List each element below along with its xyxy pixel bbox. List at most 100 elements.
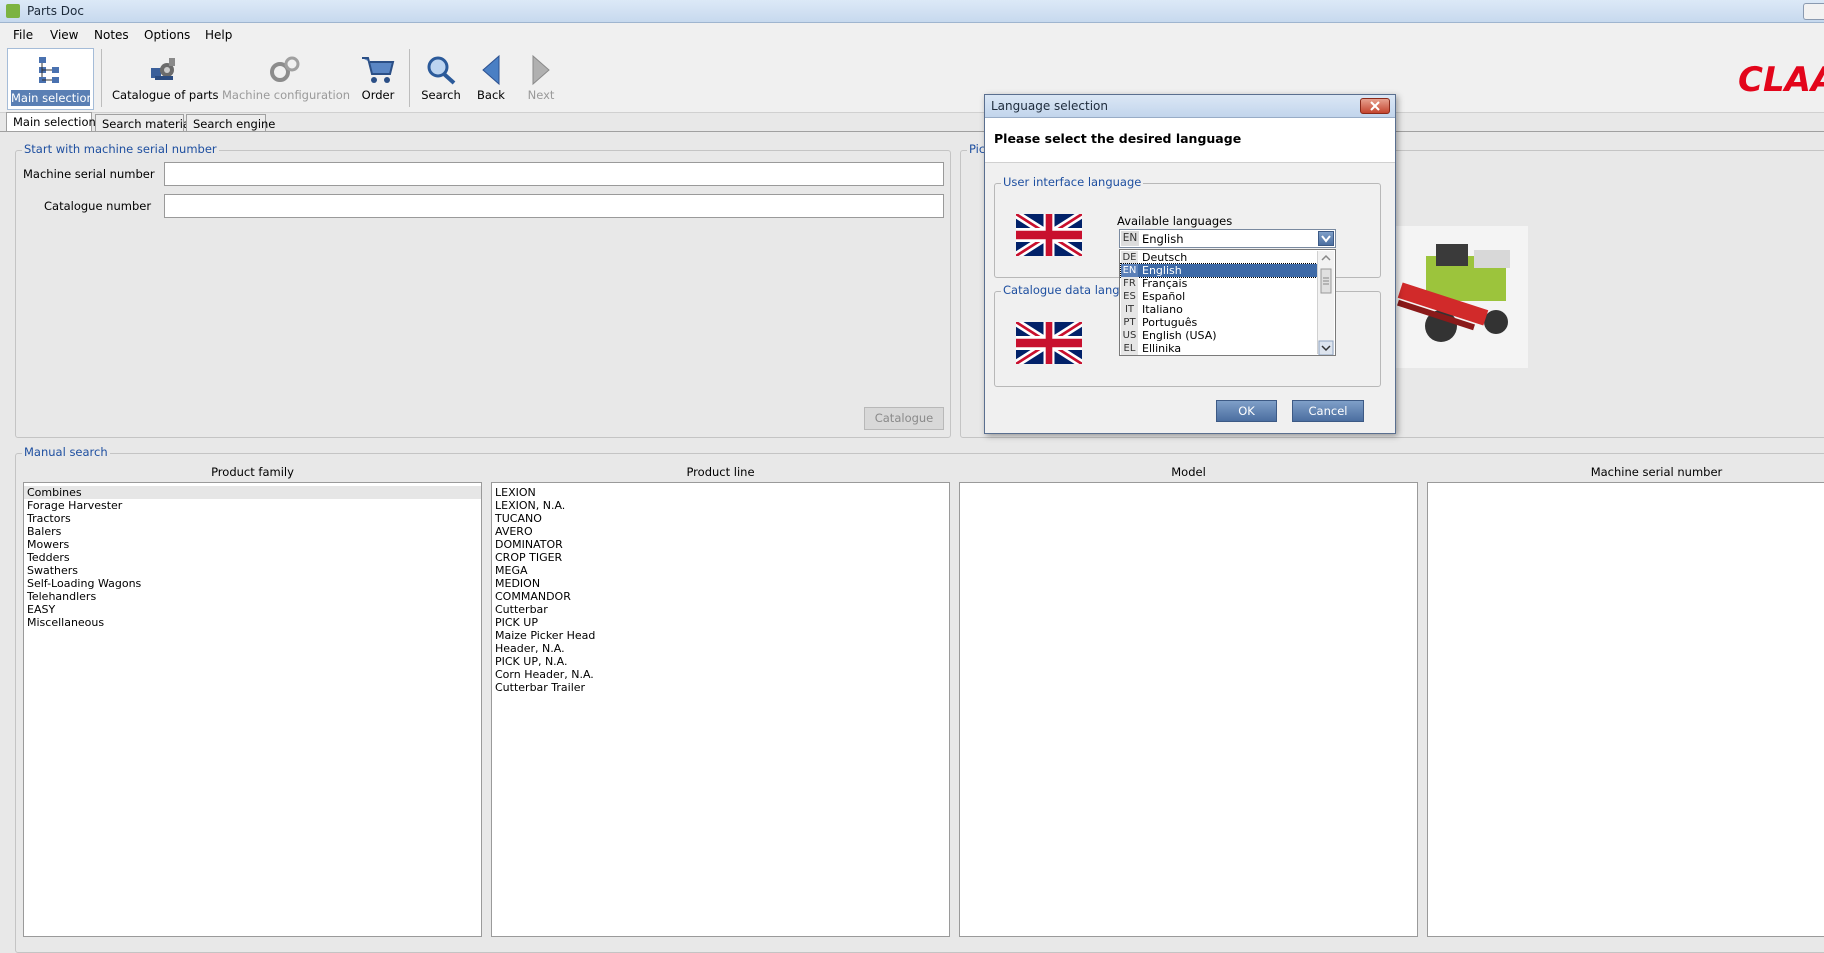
product-family-header: Product family (211, 465, 294, 479)
language-combobox[interactable]: EN English (1119, 229, 1336, 248)
list-item[interactable]: LEXION (492, 486, 949, 499)
product-family-list[interactable]: Combines Forage Harvester Tractors Baler… (23, 482, 482, 937)
tab-search-engine[interactable]: Search engine (186, 114, 275, 131)
manual-search-legend: Manual search (22, 445, 110, 459)
list-item[interactable]: Forage Harvester (24, 499, 481, 512)
toolbar-separator (409, 49, 410, 107)
title-bar: Parts Doc (0, 0, 1824, 23)
serial-number-group: Start with machine serial number Machine… (15, 142, 951, 438)
list-item[interactable]: Mowers (24, 538, 481, 551)
language-option-us[interactable]: US English (USA) (1121, 329, 1317, 342)
window-title: Parts Doc (27, 4, 84, 18)
list-item[interactable]: MEGA (492, 564, 949, 577)
tab-strip-border (0, 131, 1824, 132)
app-icon (6, 4, 20, 18)
uk-flag-icon (1016, 322, 1082, 364)
catalogue-number-label: Catalogue number (44, 199, 152, 213)
menu-notes[interactable]: Notes (94, 28, 129, 42)
menu-view[interactable]: View (50, 28, 78, 42)
close-icon (1370, 101, 1380, 111)
tab-search-material[interactable]: Search material (95, 114, 193, 131)
language-selection-dialog: Language selection Please select the des… (984, 94, 1396, 434)
language-option-pt[interactable]: PT Português (1121, 316, 1317, 329)
dropdown-scrollbar[interactable] (1317, 251, 1334, 355)
brand-logo-text: CLAAS (1738, 61, 1824, 97)
cancel-button[interactable]: Cancel (1292, 400, 1364, 422)
selected-language-code: EN (1121, 231, 1139, 246)
next-button[interactable]: Next (520, 48, 562, 108)
list-item[interactable]: Maize Picker Head (492, 629, 949, 642)
catalogue-button[interactable]: Catalogue (864, 407, 944, 430)
menu-options[interactable]: Options (144, 28, 190, 42)
language-option-fr[interactable]: FR Français (1121, 277, 1317, 290)
toolbar-separator (101, 49, 102, 107)
tab-main-selection[interactable]: Main selection (6, 112, 96, 131)
main-selection-button[interactable]: Main selection (7, 48, 94, 110)
list-item[interactable]: Cutterbar (492, 603, 949, 616)
model-header: Model (1171, 465, 1206, 479)
menu-help[interactable]: Help (205, 28, 232, 42)
ok-button[interactable]: OK (1216, 400, 1277, 422)
model-list[interactable] (959, 482, 1418, 937)
search-label: Search (421, 88, 461, 102)
language-dropdown-list[interactable]: DE Deutsch EN English FR Français ES Español… (1119, 249, 1336, 356)
list-item[interactable]: Tedders (24, 551, 481, 564)
magnifier-icon (427, 56, 456, 85)
list-item[interactable]: COMMANDOR (492, 590, 949, 603)
order-button[interactable]: Order (355, 48, 401, 108)
list-item[interactable]: PICK UP, N.A. (492, 655, 949, 668)
combobox-dropdown-button[interactable] (1318, 231, 1334, 246)
product-line-header: Product line (686, 465, 755, 479)
machine-serial-list[interactable] (1427, 482, 1824, 937)
dialog-header: Please select the desired language (985, 118, 1395, 163)
list-item[interactable]: MEDION (492, 577, 949, 590)
toolbar: Main selection Catalogue of parts Machin… (0, 45, 1824, 113)
list-item[interactable]: PICK UP (492, 616, 949, 629)
list-item[interactable]: Cutterbar Trailer (492, 681, 949, 694)
ui-language-legend: User interface language (1001, 175, 1144, 189)
list-item[interactable]: Telehandlers (24, 590, 481, 603)
language-option-de[interactable]: DE Deutsch (1121, 251, 1317, 264)
machine-serial-label: Machine serial number (23, 167, 155, 181)
list-item[interactable]: Combines (24, 486, 481, 499)
back-label: Back (477, 88, 505, 102)
language-option-it[interactable]: IT Italiano (1121, 303, 1317, 316)
language-option-el[interactable]: EL Ellinika (1121, 342, 1317, 355)
combine-harvester-image (1396, 226, 1528, 368)
list-item[interactable]: CROP TIGER (492, 551, 949, 564)
list-item[interactable]: Corn Header, N.A. (492, 668, 949, 681)
list-item[interactable]: DOMINATOR (492, 538, 949, 551)
list-item[interactable]: TUCANO (492, 512, 949, 525)
chevron-down-icon (1321, 235, 1331, 243)
order-label: Order (361, 88, 395, 102)
available-languages-label: Available languages (1117, 214, 1233, 228)
list-item[interactable]: Self-Loading Wagons (24, 577, 481, 590)
window-control-button[interactable] (1803, 3, 1824, 20)
list-item[interactable]: Tractors (24, 512, 481, 525)
catalogue-of-parts-button[interactable]: Catalogue of parts (112, 48, 219, 108)
serial-group-legend: Start with machine serial number (22, 142, 219, 156)
list-item[interactable]: LEXION, N.A. (492, 499, 949, 512)
machine-configuration-button[interactable]: Machine configuration (222, 48, 350, 108)
list-item[interactable]: Balers (24, 525, 481, 538)
back-button[interactable]: Back (470, 48, 512, 108)
main-selection-icon (38, 57, 59, 83)
machine-serial-input[interactable] (164, 162, 944, 186)
list-item[interactable]: Swathers (24, 564, 481, 577)
scrollbar-track (1318, 254, 1334, 355)
catalogue-number-input[interactable] (164, 194, 944, 218)
search-button[interactable]: Search (418, 48, 464, 108)
menu-file[interactable]: File (13, 28, 33, 42)
dialog-close-button[interactable] (1360, 98, 1390, 114)
language-option-en[interactable]: EN English (1120, 263, 1318, 278)
catalogue-of-parts-label: Catalogue of parts (112, 88, 219, 102)
uk-flag-icon (1016, 214, 1082, 256)
main-selection-label: Main selection (11, 90, 94, 106)
dialog-heading: Please select the desired language (994, 131, 1242, 146)
list-item[interactable]: EASY (24, 603, 481, 616)
list-item[interactable]: Header, N.A. (492, 642, 949, 655)
list-item[interactable]: Miscellaneous (24, 616, 481, 629)
language-option-es[interactable]: ES Español (1121, 290, 1317, 303)
product-line-list[interactable]: LEXION LEXION, N.A. TUCANO AVERO DOMINAT… (491, 482, 950, 937)
list-item[interactable]: AVERO (492, 525, 949, 538)
